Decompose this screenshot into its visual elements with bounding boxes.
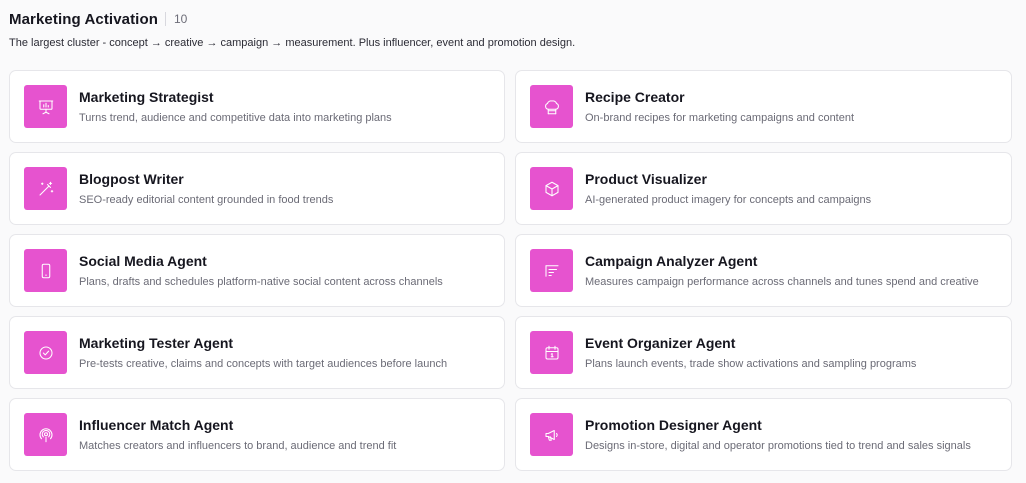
agent-description: Designs in-store, digital and operator p… — [585, 439, 971, 452]
package-icon — [530, 167, 573, 210]
agent-card-promotion-designer-agent[interactable]: Promotion Designer Agent Designs in-stor… — [515, 398, 1012, 471]
agent-title: Blogpost Writer — [79, 170, 184, 187]
agent-description: Plans, drafts and schedules platform-nat… — [79, 275, 443, 288]
agent-grid: Marketing Strategist Turns trend, audien… — [9, 70, 1012, 471]
section-header: Marketing Activation 10 — [9, 9, 187, 29]
agent-title: Product Visualizer — [585, 170, 707, 187]
agent-description: Measures campaign performance across cha… — [585, 275, 979, 288]
agent-description: On-brand recipes for marketing campaigns… — [585, 111, 855, 124]
calendar-icon — [530, 331, 573, 374]
header-divider — [164, 12, 166, 26]
agent-title: Social Media Agent — [79, 252, 207, 269]
agent-card-influencer-match-agent[interactable]: Influencer Match Agent Matches creators … — [9, 398, 505, 471]
agent-card-product-visualizer[interactable]: Product Visualizer AI-generated product … — [515, 152, 1012, 225]
chef-hat-icon — [530, 85, 573, 128]
agent-description: Matches creators and influencers to bran… — [79, 439, 397, 452]
agent-count: 10 — [173, 12, 188, 26]
agent-description: Plans launch events, trade show activati… — [585, 357, 917, 370]
agent-title: Event Organizer Agent — [585, 334, 736, 351]
agent-card-event-organizer-agent[interactable]: Event Organizer Agent Plans launch event… — [515, 316, 1012, 389]
agent-description: Turns trend, audience and competitive da… — [79, 111, 392, 124]
agent-title: Marketing Tester Agent — [79, 334, 234, 351]
agent-card-marketing-strategist[interactable]: Marketing Strategist Turns trend, audien… — [9, 70, 505, 143]
report-icon — [530, 249, 573, 292]
presentation-icon — [24, 85, 67, 128]
agent-card-recipe-creator[interactable]: Recipe Creator On-brand recipes for mark… — [515, 70, 1012, 143]
check-circle-icon — [24, 331, 67, 374]
smartphone-icon — [24, 249, 67, 292]
podcast-icon — [24, 413, 67, 456]
agent-card-blogpost-writer[interactable]: Blogpost Writer SEO-ready editorial cont… — [9, 152, 505, 225]
agent-card-marketing-tester-agent[interactable]: Marketing Tester Agent Pre-tests creativ… — [9, 316, 505, 389]
agent-card-social-media-agent[interactable]: Social Media Agent Plans, drafts and sch… — [9, 234, 505, 307]
section-description: The largest cluster - concept → creative… — [9, 37, 576, 49]
agent-description: SEO-ready editorial content grounded in … — [79, 193, 334, 206]
agent-description: AI-generated product imagery for concept… — [585, 193, 872, 206]
agent-description: Pre-tests creative, claims and concepts … — [79, 357, 448, 370]
agent-title: Marketing Strategist — [79, 88, 214, 105]
agent-title: Recipe Creator — [585, 88, 685, 105]
section-title: Marketing Activation — [9, 10, 158, 28]
agent-card-campaign-analyzer-agent[interactable]: Campaign Analyzer Agent Measures campaig… — [515, 234, 1012, 307]
agent-title: Campaign Analyzer Agent — [585, 252, 758, 269]
magic-wand-icon — [24, 167, 67, 210]
megaphone-icon — [530, 413, 573, 456]
agent-title: Promotion Designer Agent — [585, 416, 762, 433]
agent-title: Influencer Match Agent — [79, 416, 234, 433]
